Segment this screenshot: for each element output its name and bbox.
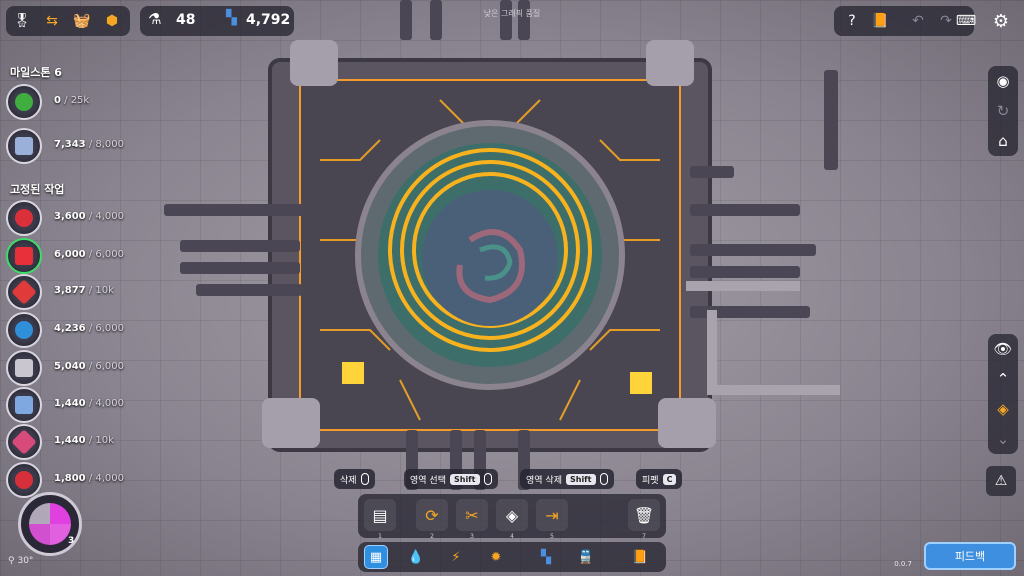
rotate-icon: ⟳	[425, 505, 439, 525]
shape-icon	[6, 128, 42, 164]
shape-icon	[6, 387, 42, 423]
pinned-item[interactable]: 4,236 / 6,000	[6, 312, 126, 348]
hub-platform	[268, 58, 712, 452]
layer-minimap[interactable]	[18, 492, 82, 556]
mouse-right-icon	[360, 473, 369, 485]
energy-category-icon[interactable]: ⚡	[444, 545, 468, 569]
shape-icon	[6, 312, 42, 348]
trash-tool[interactable]: 🗑 7	[628, 499, 660, 540]
pillar	[290, 40, 338, 86]
layer-number: 3	[68, 536, 75, 546]
pinned-progress: 6,000 / 6,000	[54, 249, 124, 260]
hub-inner	[299, 79, 681, 431]
hint-delete: 삭제	[334, 469, 375, 489]
rotate-icon[interactable]: ↻	[988, 96, 1018, 126]
pinned-progress: 1,440 / 10k	[54, 435, 114, 446]
chevron-down-icon[interactable]: ⌄	[988, 424, 1018, 454]
pillar	[262, 398, 320, 448]
shape-icon	[6, 462, 42, 498]
pinned-progress: 1,800 / 4,000	[54, 473, 124, 484]
warning-icon[interactable]: ⚠	[986, 466, 1016, 496]
home-icon[interactable]: ⌂	[988, 126, 1018, 156]
hub-ring	[355, 120, 625, 390]
pinned-item[interactable]: 3,877 / 10k	[6, 274, 126, 310]
gear-icon[interactable]: ⚙	[986, 6, 1016, 36]
pinned-progress: 5,040 / 6,000	[54, 361, 124, 372]
blueprint-category-icon[interactable]: 📙	[628, 545, 652, 569]
shape-icon	[6, 274, 42, 310]
zoom-level: ⚲ 30°	[8, 556, 34, 566]
shape-icon	[6, 424, 42, 460]
trash-icon: 🗑	[633, 505, 655, 525]
category-bar: ▦ 💧 ⚡ ✹ ▚ 🚆 📙	[358, 542, 666, 572]
pillar	[658, 398, 716, 448]
pinned-progress: 1,440 / 4,000	[54, 398, 124, 409]
milestone-progress: 7,343 / 8,000	[54, 139, 124, 150]
train-category-icon[interactable]: 🚆	[574, 545, 598, 569]
undo-icon[interactable]: ↶	[904, 7, 932, 35]
keyboard-icon[interactable]: ⌨	[952, 7, 980, 35]
milestone-item[interactable]: 0 / 25k	[6, 84, 126, 120]
location-icon[interactable]: ◉	[988, 66, 1018, 96]
right-toolbar-view: 👁 ⌃ ◈ ⌄	[988, 334, 1018, 454]
milestone-item[interactable]: 7,343 / 8,000	[6, 128, 126, 164]
buildings-category-icon[interactable]: ▦	[364, 545, 388, 569]
platform-category-icon[interactable]: ▚	[534, 545, 558, 569]
milestone-progress: 0 / 25k	[54, 95, 90, 106]
compass-icon: ⚲	[8, 556, 15, 566]
rotator-tool[interactable]: ⟳ 2	[416, 499, 448, 540]
pinned-progress: 3,877 / 10k	[54, 285, 114, 296]
shape-icon	[6, 84, 42, 120]
pillar	[646, 40, 694, 86]
pinned-progress: 3,600 / 4,000	[54, 211, 124, 222]
feedback-button[interactable]: 피드백	[924, 542, 1016, 570]
belt-tool[interactable]: ▤ 1	[364, 499, 396, 540]
pinned-item[interactable]: 6,000 / 6,000	[6, 238, 126, 274]
pinned-item[interactable]: 1,800 / 4,000	[6, 462, 126, 498]
hint-area-select: 영역 선택 Shift	[404, 469, 498, 489]
stack-icon: ◈	[505, 505, 519, 525]
pinned-item[interactable]: 3,600 / 4,000	[6, 200, 126, 236]
cutter-tool[interactable]: ✂ 3	[456, 499, 488, 540]
pinned-title: 고정된 작업	[10, 183, 65, 196]
help-icon[interactable]: ?	[838, 7, 866, 35]
mouse-right-icon	[599, 473, 608, 485]
right-toolbar-top: ◉ ↻ ⌂	[988, 66, 1018, 156]
hint-pipette: 피펫 C	[636, 469, 683, 489]
mouse-left-icon	[483, 473, 492, 485]
pinned-item[interactable]: 1,440 / 4,000	[6, 387, 126, 423]
pinned-progress: 4,236 / 6,000	[54, 323, 124, 334]
scissors-icon: ✂	[465, 505, 479, 525]
shape-icon	[6, 200, 42, 236]
shape-icon	[6, 238, 42, 274]
sun-category-icon[interactable]: ✹	[484, 545, 508, 569]
eye-icon[interactable]: 👁	[988, 334, 1018, 364]
fluids-category-icon[interactable]: 💧	[404, 545, 428, 569]
version-label: 0.0.7	[894, 560, 912, 568]
shape-icon	[6, 350, 42, 386]
layers-icon[interactable]: ◈	[988, 394, 1018, 424]
milestone-title: 마일스톤 6	[10, 66, 62, 79]
build-toolbar: ▤ 1 ⟳ 2 ✂ 3 ◈ 4 ⇥ 5 🗑 7	[358, 494, 666, 540]
belt-icon: ▤	[372, 505, 388, 525]
pinned-item[interactable]: 1,440 / 10k	[6, 424, 126, 460]
stacker-tool[interactable]: ◈ 4	[496, 499, 528, 540]
chevron-up-icon[interactable]: ⌃	[988, 364, 1018, 394]
book-icon[interactable]: 📙	[866, 7, 894, 35]
hint-area-delete: 영역 삭제 Shift	[520, 469, 614, 489]
extractor-tool[interactable]: ⇥ 5	[536, 499, 568, 540]
extract-icon: ⇥	[545, 505, 559, 525]
pinned-item[interactable]: 5,040 / 6,000	[6, 350, 126, 386]
game-world[interactable]	[0, 0, 1024, 576]
